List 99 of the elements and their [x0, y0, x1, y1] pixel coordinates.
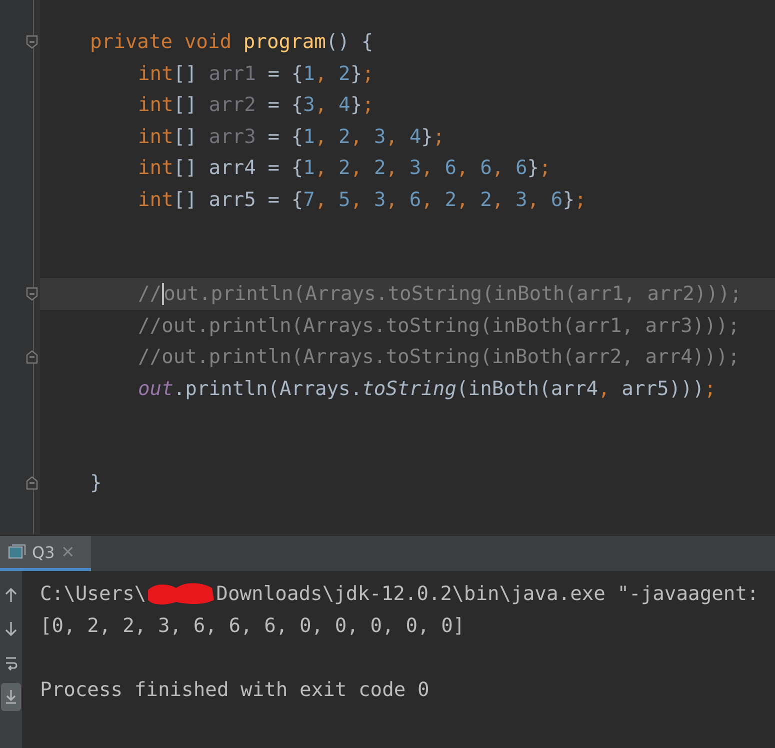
code-token: int	[138, 188, 174, 211]
code-token: ,	[350, 156, 364, 180]
code-token: arr5)))	[622, 376, 704, 400]
code-token: //out.println(Arrays.toString(inBoth(arr1, arr3)));	[138, 314, 740, 337]
code-token: = {	[266, 93, 304, 116]
code-token: private void	[90, 30, 233, 54]
code-token: 3	[516, 188, 528, 211]
code-token: 3	[374, 188, 386, 211]
code-token: }	[90, 471, 102, 494]
code-token: ,	[350, 124, 364, 148]
code-token: 2	[338, 156, 350, 180]
console-output-text: C:\Users\	[40, 582, 146, 604]
code-token: ,	[421, 188, 434, 211]
code-token: 1	[303, 124, 315, 148]
code-token: 3	[374, 124, 386, 148]
code-token: }	[350, 93, 362, 116]
code-token: ,	[527, 188, 540, 211]
console-tab[interactable]: Q3 ×	[0, 536, 92, 571]
code-token: ,	[314, 156, 328, 180]
code-token: 3	[303, 93, 315, 116]
close-tab-icon[interactable]: ×	[60, 542, 76, 562]
code-token: }	[527, 156, 540, 180]
code-token: = {	[266, 62, 304, 85]
redaction-scribble	[146, 580, 216, 606]
code-token: 4	[338, 93, 350, 116]
code-token: 1	[303, 156, 315, 180]
code-token: [] arr5 = {	[173, 188, 304, 211]
code-token: int	[138, 124, 174, 148]
code-token: ;	[432, 124, 445, 148]
code-token: arr3	[208, 124, 256, 148]
code-token: () {	[326, 30, 374, 54]
code-token: ,	[492, 188, 505, 211]
code-token: = {	[266, 124, 304, 148]
code-token: out	[138, 376, 174, 400]
code-token: 6	[409, 188, 422, 211]
code-token: ;	[362, 93, 374, 116]
down-arrow-icon	[4, 621, 18, 637]
code-token: //	[138, 282, 162, 306]
console-output-text: Process finished with exit code 0	[40, 678, 430, 700]
code-token: ,	[314, 62, 328, 85]
code-token: 1	[303, 62, 315, 85]
code-token: 6	[516, 156, 528, 180]
code-token: ,	[314, 93, 328, 116]
code-token: ,	[314, 124, 328, 148]
code-token: 2	[444, 188, 457, 211]
code-token: int	[138, 93, 174, 116]
code-token: ,	[386, 124, 399, 148]
up-arrow-icon	[4, 587, 18, 603]
code-token: ;	[362, 62, 374, 85]
code-token: 2	[338, 62, 350, 85]
code-token: 2	[374, 156, 386, 180]
console-output-text: [0, 2, 2, 3, 6, 6, 6, 0, 0, 0, 0, 0]	[40, 614, 465, 636]
code-token: 6	[550, 188, 563, 211]
code-token: ,	[492, 156, 505, 180]
code-token: ;	[574, 188, 586, 211]
code-token: 7	[303, 188, 315, 211]
code-token: toString	[362, 376, 457, 400]
code-token: int	[138, 156, 174, 180]
code-token: 3	[409, 156, 422, 180]
console-toolbar-button[interactable]	[1, 683, 21, 711]
code-token: 5	[338, 188, 350, 211]
code-token: }	[421, 124, 433, 148]
code-token: 4	[409, 124, 422, 148]
code-token: //out.println(Arrays.toString(inBoth(arr2, arr4)));	[138, 345, 740, 368]
scroll-to-end-icon	[4, 689, 18, 705]
code-token: int	[138, 62, 174, 85]
code-token: ;	[539, 156, 551, 180]
code-token: 2	[338, 124, 350, 148]
code-token: ,	[456, 156, 470, 180]
code-token: arr1	[208, 62, 256, 85]
code-token: ;	[704, 376, 716, 400]
code-token: ,	[456, 188, 470, 211]
code-token: ,	[314, 188, 328, 211]
code-token: 6	[444, 156, 457, 180]
code-token: out.println(Arrays.toString(inBoth(arr1, arr2)));	[164, 282, 742, 306]
code-token: }	[562, 188, 574, 211]
code-token: arr2	[208, 93, 256, 116]
code-token: .println(Arrays.	[173, 376, 362, 400]
code-token: ,	[421, 156, 434, 180]
code-token: ,	[598, 376, 611, 400]
console-window-icon	[8, 544, 26, 560]
fold-marker-icon[interactable]	[26, 286, 38, 301]
code-token: []	[173, 93, 198, 116]
code-token: 2	[480, 188, 492, 211]
code-token: 6	[480, 156, 492, 180]
console-output-text: Downloads\jdk-12.0.2\bin\java.exe "-javaagent:	[216, 582, 759, 604]
code-token: []	[173, 62, 198, 85]
wrap-icon	[4, 655, 18, 671]
code-token: }	[350, 62, 362, 85]
code-token: ,	[350, 188, 364, 211]
code-token: ,	[386, 156, 399, 180]
fold-marker-icon[interactable]	[26, 476, 38, 490]
code-token: ,	[386, 188, 399, 211]
code-token: program	[243, 30, 326, 54]
fold-marker-icon[interactable]	[26, 350, 38, 364]
code-token: (inBoth(arr4	[456, 376, 598, 400]
fold-marker-icon[interactable]	[26, 34, 38, 49]
code-token: [] arr4 = {	[173, 156, 304, 180]
code-token: []	[173, 124, 198, 148]
